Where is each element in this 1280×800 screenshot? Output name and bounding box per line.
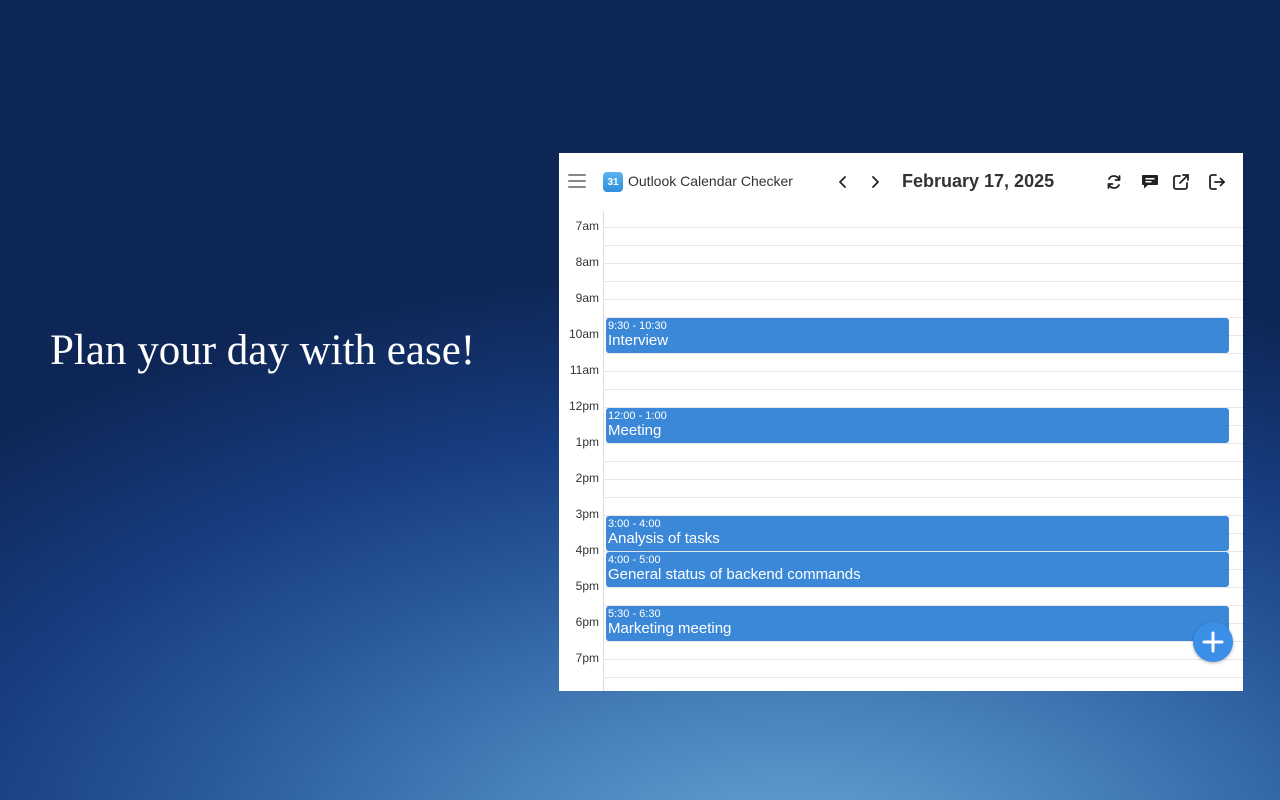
slot-line — [603, 353, 1243, 354]
event-time: 9:30 - 10:30 — [608, 320, 667, 332]
slot-line — [603, 389, 1243, 390]
event-time: 4:00 - 5:00 — [608, 554, 661, 566]
event-title: General status of backend commands — [608, 566, 861, 583]
refresh-icon[interactable] — [1104, 172, 1124, 192]
event-time: 3:00 - 4:00 — [608, 518, 661, 530]
slot-line — [603, 371, 1243, 372]
event-title: Interview — [608, 332, 669, 349]
hour-label: 5pm — [575, 579, 599, 593]
tagline: Plan your day with ease! — [50, 327, 476, 374]
chevron-left-icon[interactable] — [835, 173, 851, 191]
chevron-right-icon[interactable] — [867, 173, 883, 191]
calendar-app-window: 31 Outlook Calendar Checker February 17,… — [559, 153, 1243, 691]
slot-line — [603, 587, 1243, 588]
hour-label: 10am — [568, 327, 599, 341]
hour-label: 11am — [569, 363, 599, 377]
slot-line — [603, 281, 1243, 282]
hour-label: 7am — [575, 219, 599, 233]
calendar-logo-icon: 31 — [603, 172, 623, 192]
event-time: 5:30 - 6:30 — [608, 608, 661, 620]
hour-label: 2pm — [575, 471, 599, 485]
hour-label: 12pm — [568, 399, 599, 413]
slot-line — [603, 461, 1243, 462]
slot-line — [603, 263, 1243, 264]
slot-line — [603, 443, 1243, 444]
hamburger-icon[interactable] — [568, 174, 586, 189]
calendar-event[interactable]: 12:00 - 1:00 Meeting — [606, 408, 1229, 443]
hour-label: 1pm — [575, 435, 599, 449]
current-date: February 17, 2025 — [902, 171, 1055, 191]
app-header: 31 Outlook Calendar Checker February 17,… — [559, 153, 1243, 211]
calendar-event[interactable]: 5:30 - 6:30 Marketing meeting — [606, 606, 1229, 641]
event-title: Marketing meeting — [608, 620, 732, 637]
hour-label: 6pm — [575, 615, 599, 629]
external-link-icon[interactable] — [1171, 172, 1191, 192]
calendar-event[interactable]: 4:00 - 5:00 General status of backend com… — [606, 552, 1229, 587]
day-view-grid[interactable]: 7am 8am 9am 10am 11am 12pm 1pm 2pm 3pm 4pm 5pm 6pm 7… — [559, 211, 1243, 691]
hour-label: 7pm — [575, 651, 599, 665]
add-event-button[interactable] — [1193, 622, 1233, 662]
feedback-icon[interactable] — [1140, 172, 1160, 192]
slot-line — [603, 497, 1243, 498]
event-title: Meeting — [608, 422, 662, 439]
hour-label: 8am — [575, 255, 599, 269]
slot-line — [603, 659, 1243, 660]
app-title: Outlook Calendar Checker — [628, 173, 793, 189]
event-title: Analysis of tasks — [608, 530, 720, 547]
plus-icon — [1202, 631, 1224, 653]
logout-icon[interactable] — [1207, 172, 1227, 192]
calendar-event[interactable]: 3:00 - 4:00 Analysis of tasks — [606, 516, 1229, 551]
calendar-event[interactable]: 9:30 - 10:30 Interview — [606, 318, 1229, 353]
slot-line — [603, 227, 1243, 228]
slot-line — [603, 479, 1243, 480]
slot-line — [603, 245, 1243, 246]
slot-line — [603, 641, 1243, 642]
slot-line — [603, 299, 1243, 300]
hour-label: 9am — [575, 291, 599, 305]
hour-label: 3pm — [575, 507, 599, 521]
slot-line — [603, 677, 1243, 678]
event-time: 12:00 - 1:00 — [608, 410, 667, 422]
hour-label: 4pm — [575, 543, 599, 557]
